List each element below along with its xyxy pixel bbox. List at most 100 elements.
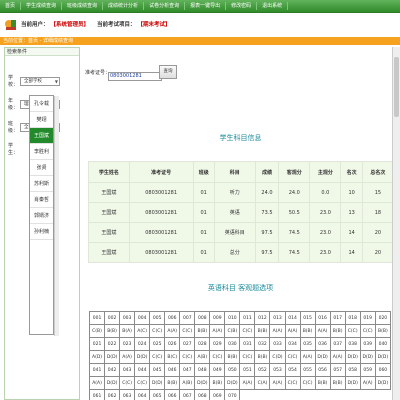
question-number-cell: 017: [329, 311, 346, 325]
question-number-cell: 004: [134, 311, 151, 325]
answer-cell: A(A): [299, 350, 316, 364]
answer-cell: B(B): [314, 376, 331, 390]
student-item[interactable]: 肖秦哲: [30, 192, 53, 208]
question-number-cell: 040: [374, 337, 392, 351]
answer-row: A(D) D(D) A(A) D(D) C(C) B(C) C(C) A(B) C(C) B(B)…: [88, 350, 392, 364]
student-item[interactable]: 苏利斯: [30, 176, 53, 192]
table-cell: 73.5: [254, 202, 280, 223]
nav-report-export[interactable]: 报表一键导出: [185, 2, 227, 10]
answer-cell: B(B): [254, 324, 271, 338]
answer-cell: D(D): [344, 376, 361, 390]
nav-class-score[interactable]: 班级成绩查询: [62, 2, 104, 10]
table-cell: 15: [361, 182, 395, 203]
answer-cell: D(D): [359, 350, 376, 364]
table-cell: 14: [340, 222, 363, 243]
table-cell: 0803001281: [128, 222, 194, 243]
answer-row: C(B) B(B) B(A) A(C) C(C) A(A) C(C) B(B) A(A) C(B)…: [88, 324, 392, 338]
answer-cell: C(C): [179, 324, 196, 338]
nav-score-stats[interactable]: 成绩统计分析: [103, 2, 145, 10]
answer-cell: A(A): [239, 376, 256, 390]
answer-cell: C(C): [344, 324, 361, 338]
answer-cell: C(C): [209, 350, 226, 364]
chevron-down-icon: ▼: [54, 78, 58, 84]
student-item[interactable]: 樊翊: [30, 112, 53, 128]
school-select[interactable]: 全部学校 ▼: [20, 76, 60, 86]
answer-cell: B(B): [104, 324, 121, 338]
nav-logout[interactable]: 退出系统: [257, 2, 289, 10]
nav-student-score[interactable]: 学生成绩查询: [21, 2, 63, 10]
subject-info-table: 学生姓名 准考证号 班级 科目 成绩 客观分 主观分 名次 总名次 王国斌 0803001281 0…: [88, 161, 395, 263]
nav-home[interactable]: 首页: [0, 2, 22, 10]
table-header-row: 学生姓名 准考证号 班级 科目 成绩 客观分 主观分 名次 总名次: [88, 161, 395, 183]
column-header: 学生姓名: [88, 161, 130, 183]
table-cell: 13: [340, 202, 363, 223]
question-number-cell: 034: [284, 337, 301, 351]
table-cell: 英语: [213, 202, 256, 223]
table-cell: 0.0: [309, 182, 342, 203]
table-cell: 10: [340, 182, 363, 203]
question-number-cell: 067: [179, 389, 196, 400]
answer-cell: D(D): [194, 376, 211, 390]
question-number-cell: 010: [224, 311, 241, 325]
student-item[interactable]: 孔令载: [30, 96, 53, 112]
answer-cell: A(A): [329, 350, 346, 364]
question-number-row: 041 042 043 044 045 046 047 048 049 050 051 052 053 0…: [88, 363, 392, 377]
question-number-cell: 069: [209, 389, 226, 400]
answer-cell: B(B): [254, 350, 271, 364]
answer-cell: C(C): [239, 324, 256, 338]
student-item[interactable]: 孙利楠: [30, 224, 53, 240]
table-cell: 01: [192, 222, 215, 243]
table-cell: 74.5: [278, 222, 311, 243]
table-row: 王国斌 0803001281 01 英语科目 97.5 74.5 23.0 14 20: [88, 222, 395, 243]
scrollbar-thumb[interactable]: [394, 57, 399, 117]
question-number-cell: 006: [164, 311, 181, 325]
answer-cell: A(A): [209, 324, 226, 338]
answer-cell: B(B): [374, 324, 392, 338]
table-cell: 97.5: [254, 222, 280, 243]
class-label: 班级：: [8, 121, 19, 134]
exam-no-input[interactable]: 0803001281: [108, 72, 162, 81]
answer-cell: D(D): [374, 350, 392, 364]
question-number-row: 001 002 003 004 005 006 007 008 009 010 011 012 013 0…: [88, 311, 392, 325]
question-number-cell: 058: [344, 363, 361, 377]
question-number-cell: 026: [164, 337, 181, 351]
student-listbox[interactable]: 孔令载 樊翊 王国斌 李胜利 张贤 苏利斯 肖秦哲 郭婿济 孙利楠: [29, 95, 59, 336]
answer-cell: C(B): [88, 324, 106, 338]
table-cell: 23.0: [309, 242, 342, 263]
column-header: 准考证号: [128, 161, 194, 183]
student-list-scrollbar[interactable]: [54, 96, 59, 336]
answer-cell: C(C): [299, 376, 316, 390]
table-cell: 18: [361, 202, 395, 223]
table-cell: 01: [192, 182, 215, 203]
question-number-cell: 015: [299, 311, 316, 325]
answer-cell: B(B): [224, 350, 241, 364]
nav-change-password[interactable]: 修改密码: [226, 2, 258, 10]
table-cell: 74.5: [278, 242, 311, 263]
query-button[interactable]: 查询: [159, 65, 177, 79]
answer-cell: B(B): [194, 324, 211, 338]
table-cell: 20: [361, 222, 395, 243]
question-number-cell: 023: [119, 337, 136, 351]
table-cell: 01: [192, 202, 215, 223]
student-item[interactable]: 郭婿济: [30, 208, 53, 224]
question-number-cell: 037: [329, 337, 346, 351]
nav-paper-analysis[interactable]: 试卷分析查询: [144, 2, 186, 10]
question-number-cell: 035: [299, 337, 316, 351]
question-number-cell: 018: [344, 311, 361, 325]
student-item[interactable]: 张贤: [30, 160, 53, 176]
student-item[interactable]: 李胜利: [30, 144, 53, 160]
question-number-cell: 028: [194, 337, 211, 351]
table-cell: 20: [361, 242, 395, 263]
current-user-label: 当前用户：: [21, 22, 49, 28]
question-number-cell: 030: [224, 337, 241, 351]
table-cell: 23.0: [309, 202, 342, 223]
table-cell: 总分: [213, 242, 256, 263]
page-scrollbar[interactable]: [392, 47, 400, 400]
question-number-cell: 027: [179, 337, 196, 351]
table-cell: 0803001281: [128, 242, 194, 263]
table-cell: 24.0: [254, 182, 280, 203]
column-header: 主观分: [309, 161, 342, 183]
student-item-selected[interactable]: 王国斌: [30, 128, 53, 144]
question-number-cell: 024: [134, 337, 151, 351]
objective-options-title: 英语科目 客观题选项: [207, 284, 274, 292]
